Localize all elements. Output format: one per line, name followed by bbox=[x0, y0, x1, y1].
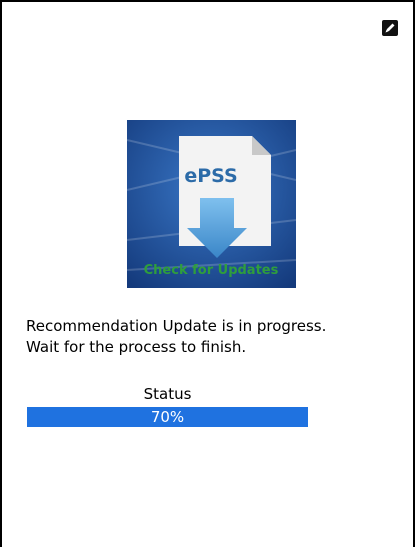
epss-logo: ePSS Check for Updates bbox=[127, 120, 296, 288]
logo-title: ePSS bbox=[184, 165, 237, 187]
logo-caption: Check for Updates bbox=[144, 263, 279, 278]
progress-bar: 70% bbox=[27, 407, 308, 427]
progress-percent-text: 70% bbox=[150, 408, 185, 426]
progress-message: Recommendation Update is in progress. Wa… bbox=[26, 316, 411, 358]
status-label: Status bbox=[143, 385, 192, 403]
update-screen: ePSS Check for Updates Recommendation Up… bbox=[0, 0, 415, 547]
message-line-2: Wait for the process to finish. bbox=[26, 338, 247, 356]
edit-mode-icon bbox=[382, 20, 398, 36]
message-line-1: Recommendation Update is in progress. bbox=[26, 317, 327, 335]
